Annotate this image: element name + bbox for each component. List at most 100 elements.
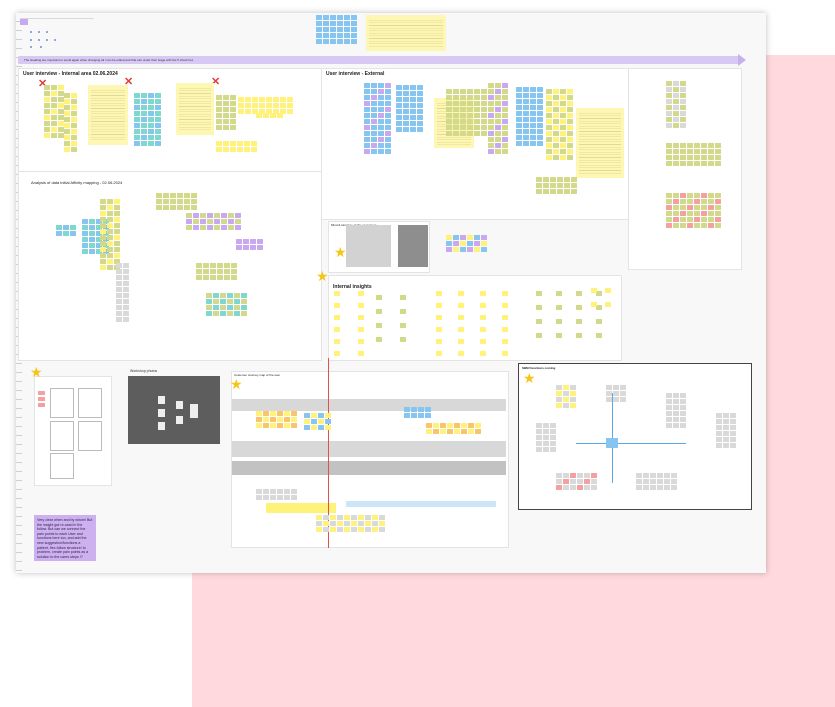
sticky-note	[82, 219, 88, 224]
sticky-note	[51, 85, 57, 90]
tool-icon[interactable]	[38, 39, 40, 41]
sticky-note	[543, 435, 549, 440]
sticky-note	[556, 479, 562, 484]
sticky-note	[480, 351, 486, 356]
sticky-note	[537, 111, 543, 116]
sticky-note	[351, 21, 357, 26]
sticky-note	[556, 403, 562, 408]
sticky-note	[270, 423, 276, 428]
sticky-note	[56, 231, 62, 236]
sticky-note	[730, 425, 736, 430]
sticky-note	[687, 161, 693, 166]
sticky-note	[223, 113, 229, 118]
sticky-note	[337, 39, 343, 44]
sticky-note	[556, 391, 562, 396]
sticky-note	[44, 85, 50, 90]
sticky-note	[376, 323, 382, 328]
sticky-note	[337, 21, 343, 26]
sticky-note	[64, 147, 70, 152]
sticky-note	[337, 521, 343, 526]
tool-icon[interactable]	[30, 39, 32, 41]
sticky-note	[723, 431, 729, 436]
sticky-note	[715, 161, 721, 166]
sticky-note	[396, 121, 402, 126]
sticky-note	[141, 117, 147, 122]
sticky-note	[316, 27, 322, 32]
sticky-note	[557, 183, 563, 188]
sticky-note	[270, 411, 276, 416]
sticky-note	[687, 149, 693, 154]
sticky-note	[203, 269, 209, 274]
sticky-note	[488, 83, 494, 88]
sticky-note	[715, 199, 721, 204]
sticky-note	[200, 219, 206, 224]
insights-frame[interactable]: Internal insights	[328, 275, 622, 361]
tool-icon[interactable]	[30, 31, 32, 33]
sticky-note	[287, 97, 293, 102]
sticky-note	[238, 97, 244, 102]
sticky-note	[673, 93, 679, 98]
sticky-note	[516, 105, 522, 110]
sticky-note	[550, 183, 556, 188]
sticky-note	[560, 107, 566, 112]
sticky-note	[141, 111, 147, 116]
sticky-note	[270, 417, 276, 422]
sticky-note	[657, 479, 663, 484]
tool-icon[interactable]	[40, 46, 42, 48]
sticky-note	[673, 87, 679, 92]
comment-note[interactable]: Very clear when and by whom! But the ins…	[34, 515, 96, 561]
sticky-note	[701, 211, 707, 216]
sticky-note	[410, 97, 416, 102]
sticky-note	[245, 97, 251, 102]
sticky-note	[543, 189, 549, 194]
tool-icon[interactable]	[46, 39, 48, 41]
sticky-note	[371, 149, 377, 154]
sticky-note	[344, 39, 350, 44]
sticky-note	[467, 113, 473, 118]
tool-icon[interactable]	[54, 39, 56, 41]
sticky-note	[243, 239, 249, 244]
sticky-note	[316, 33, 322, 38]
sticky-note	[404, 407, 410, 412]
sticky-note	[546, 143, 552, 148]
sticky-note	[63, 225, 69, 230]
sticky-note	[107, 223, 113, 228]
sticky-note	[385, 137, 391, 142]
sticky-note	[436, 327, 442, 332]
sticky-note	[245, 103, 251, 108]
sticky-note	[666, 99, 672, 104]
sticky-note	[453, 89, 459, 94]
tool-icon[interactable]	[38, 31, 40, 33]
sticky-note	[474, 247, 480, 252]
star-icon: ★	[334, 244, 347, 260]
sticky-note	[334, 327, 340, 332]
sticky-note	[385, 149, 391, 154]
sticky-note	[141, 105, 147, 110]
sticky-note	[694, 149, 700, 154]
sticky-note	[191, 205, 197, 210]
sticky-note	[577, 485, 583, 490]
sticky-note	[446, 107, 452, 112]
sticky-note	[488, 137, 494, 142]
sticky-note	[453, 125, 459, 130]
sticky-note	[563, 385, 569, 390]
sticky-note	[284, 489, 290, 494]
sticky-note	[263, 411, 269, 416]
sticky-note	[63, 231, 69, 236]
sticky-note	[364, 89, 370, 94]
sticky-note	[523, 117, 529, 122]
sticky-note	[316, 515, 322, 520]
sticky-note	[51, 115, 57, 120]
sticky-note	[516, 135, 522, 140]
tool-icon[interactable]	[46, 31, 48, 33]
whiteboard-canvas[interactable]: ────────────────────────────────────────…	[16, 13, 766, 573]
sticky-note	[220, 299, 226, 304]
sticky-note	[114, 229, 120, 234]
tool-icon[interactable]	[30, 46, 32, 48]
sticky-note	[516, 129, 522, 134]
sticky-note	[536, 177, 542, 182]
sticky-note	[716, 443, 722, 448]
sticky-note	[730, 437, 736, 442]
sticky-note	[371, 125, 377, 130]
sticky-note	[553, 131, 559, 136]
